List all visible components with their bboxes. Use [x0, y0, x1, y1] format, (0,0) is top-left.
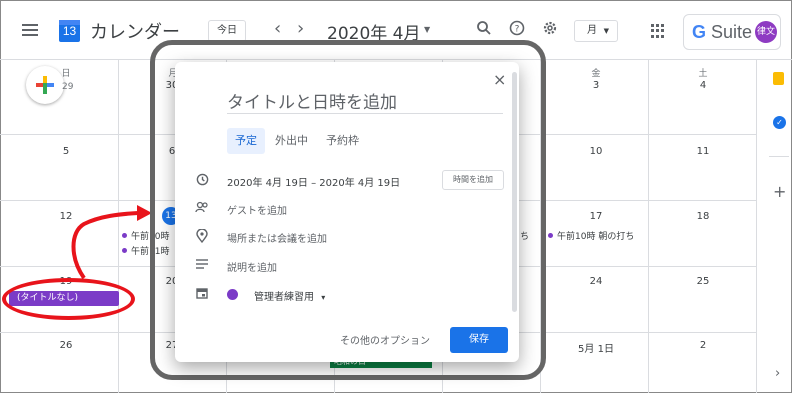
more-options-button[interactable]: その他のオプション — [340, 332, 430, 347]
clock-icon — [195, 173, 209, 187]
calendar-icon — [195, 287, 209, 301]
chevron-down-icon: ▾ — [321, 293, 326, 302]
guests-icon — [195, 201, 209, 215]
calendar-color-dot — [227, 289, 238, 300]
tab-appointment-slots[interactable]: 予約枠 — [318, 128, 367, 154]
calendar-select[interactable]: 管理者練習用 ▾ — [254, 288, 325, 303]
tab-out-of-office[interactable]: 外出中 — [267, 128, 316, 154]
description-icon — [195, 258, 209, 272]
add-description-field[interactable]: 説明を追加 — [227, 259, 277, 274]
date-range[interactable]: 2020年 4月 19日 – 2020年 4月 19日 — [227, 174, 400, 189]
add-location-field[interactable]: 場所または会議を追加 — [227, 230, 327, 245]
add-time-button[interactable]: 時間を追加 — [442, 170, 504, 190]
quick-event-dialog: × タイトルと日時を追加 予定 外出中 予約枠 2020年 4月 19日 – 2… — [175, 62, 519, 362]
event-title-input[interactable]: タイトルと日時を追加 — [227, 88, 503, 114]
add-guests-field[interactable]: ゲストを追加 — [227, 202, 287, 217]
save-button[interactable]: 保存 — [450, 327, 508, 353]
dialog-scrollbar[interactable] — [512, 72, 517, 312]
location-icon — [195, 228, 209, 244]
close-icon[interactable]: × — [493, 70, 506, 89]
tab-event[interactable]: 予定 — [227, 128, 265, 154]
